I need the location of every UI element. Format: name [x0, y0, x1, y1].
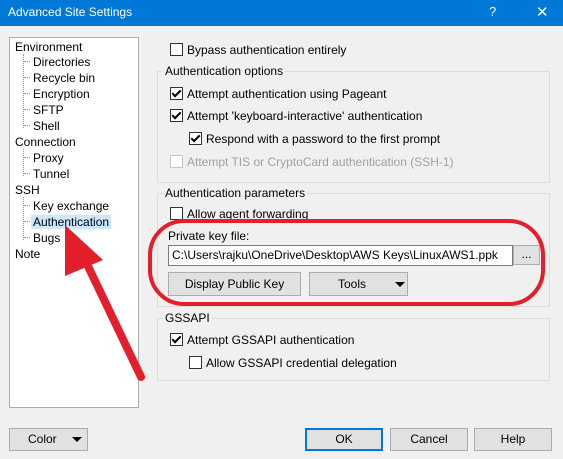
help-button[interactable]: Help	[474, 428, 552, 451]
color-label: Color	[28, 432, 57, 446]
arrow-head	[65, 225, 103, 276]
color-button[interactable]: Color	[9, 428, 88, 451]
ok-button[interactable]: OK	[305, 428, 383, 451]
arrow-shaft	[82, 258, 145, 381]
annotation-arrow	[65, 225, 145, 381]
chevron-down-icon	[72, 437, 82, 442]
cancel-button[interactable]: Cancel	[390, 428, 468, 451]
